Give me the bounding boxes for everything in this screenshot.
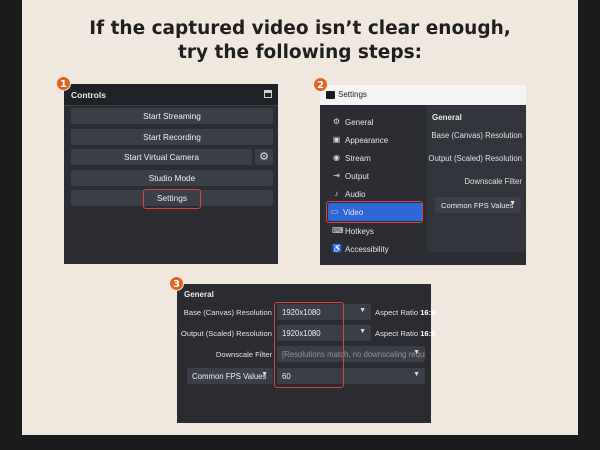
output-resolution-label: Output (Scaled) Resolution xyxy=(180,329,272,338)
output-icon: ⇥ xyxy=(333,171,340,180)
settings-general-section: General Base (Canvas) Resolution Output … xyxy=(427,106,526,252)
chevron-down-icon: ▼ xyxy=(413,371,420,378)
controls-dock-title: Controls xyxy=(71,90,106,100)
sidebar-item-label: Accessibility xyxy=(345,245,389,254)
sidebar-item-accessibility[interactable]: ♿ Accessibility xyxy=(330,240,425,258)
sidebar-item-general[interactable]: ⚙ General xyxy=(330,113,425,131)
chevron-down-icon: ▼ xyxy=(413,349,420,356)
sidebar-item-hotkeys[interactable]: ⌨ Hotkeys xyxy=(330,222,425,240)
app-icon xyxy=(326,91,335,99)
video-item-highlight xyxy=(326,201,423,223)
aspect-ratio-value: 16:9 xyxy=(420,308,436,317)
hotkeys-icon: ⌨ xyxy=(332,226,344,235)
aspect-ratio-label: Aspect Ratio xyxy=(375,308,419,317)
sidebar-item-label: Audio xyxy=(345,190,366,199)
video-general-panel: General Base (Canvas) Resolution 1920x10… xyxy=(177,284,435,423)
chevron-down-icon: ▼ xyxy=(359,328,366,335)
step-badge-3: 3 xyxy=(169,276,184,291)
heading-line-2: try the following steps: xyxy=(178,42,422,63)
start-recording-button[interactable]: Start Recording xyxy=(71,129,273,145)
heading-line-1: If the captured video isn’t clear enough… xyxy=(89,18,511,39)
sidebar-item-output[interactable]: ⇥ Output xyxy=(330,167,425,185)
gear-icon: ⚙ xyxy=(259,151,269,163)
start-virtual-camera-button[interactable]: Start Virtual Camera xyxy=(71,149,252,165)
studio-mode-button[interactable]: Studio Mode xyxy=(71,170,273,186)
chevron-down-icon: ▼ xyxy=(359,307,366,314)
aspect-ratio-value: 16:9 xyxy=(420,329,436,338)
sidebar-item-label: Output xyxy=(345,172,370,181)
sidebar-item-label: General xyxy=(345,118,374,127)
start-streaming-button[interactable]: Start Streaming xyxy=(71,108,273,124)
output-aspect-ratio: Aspect Ratio 16:9 xyxy=(375,329,435,338)
sidebar-item-appearance[interactable]: ▣ Appearance xyxy=(330,131,425,149)
tutorial-heading: If the captured video isn’t clear enough… xyxy=(0,17,600,65)
downscale-filter-label: Downscale Filter xyxy=(464,177,522,186)
settings-window-title: Settings xyxy=(338,90,367,99)
fps-type-select[interactable]: Common FPS Values ▼ xyxy=(435,197,521,213)
controls-dock-header: Controls xyxy=(64,84,278,106)
fps-type-select[interactable]: Common FPS Values ▼ xyxy=(187,368,273,384)
fps-type-value: Common FPS Values xyxy=(192,372,267,381)
step-badge-1: 1 xyxy=(56,76,71,91)
section-title: General xyxy=(432,113,462,122)
audio-icon: ♪ xyxy=(334,189,339,198)
accessibility-icon: ♿ xyxy=(332,244,342,253)
chevron-down-icon: ▼ xyxy=(509,200,516,207)
aspect-ratio-label: Aspect Ratio xyxy=(375,329,419,338)
fps-type-value: Common FPS Values xyxy=(441,201,514,210)
controls-dock: Controls Start Streaming Start Recording… xyxy=(64,84,278,264)
output-resolution-label: Output (Scaled) Resolution xyxy=(428,154,522,163)
sidebar-item-stream[interactable]: ◉ Stream xyxy=(330,149,425,167)
settings-button-highlight xyxy=(143,189,201,209)
stream-icon: ◉ xyxy=(333,153,340,162)
appearance-icon: ▣ xyxy=(332,135,341,144)
step-badge-2: 2 xyxy=(313,77,328,92)
base-resolution-label: Base (Canvas) Resolution xyxy=(431,131,522,140)
sidebar-item-label: Stream xyxy=(345,154,371,163)
virtual-camera-settings-button[interactable]: ⚙ xyxy=(255,149,273,165)
chevron-down-icon: ▼ xyxy=(261,371,268,378)
resolution-fps-highlight xyxy=(274,302,344,388)
base-aspect-ratio: Aspect Ratio 16:9 xyxy=(375,308,435,317)
undock-icon[interactable] xyxy=(264,90,272,98)
settings-titlebar: Settings xyxy=(320,85,526,105)
sidebar-item-label: Hotkeys xyxy=(345,227,374,236)
section-title: General xyxy=(184,290,214,299)
downscale-filter-label: Downscale Filter xyxy=(215,350,272,359)
sidebar-item-label: Appearance xyxy=(345,136,389,145)
base-resolution-label: Base (Canvas) Resolution xyxy=(183,308,272,317)
gear-icon: ⚙ xyxy=(332,117,341,126)
